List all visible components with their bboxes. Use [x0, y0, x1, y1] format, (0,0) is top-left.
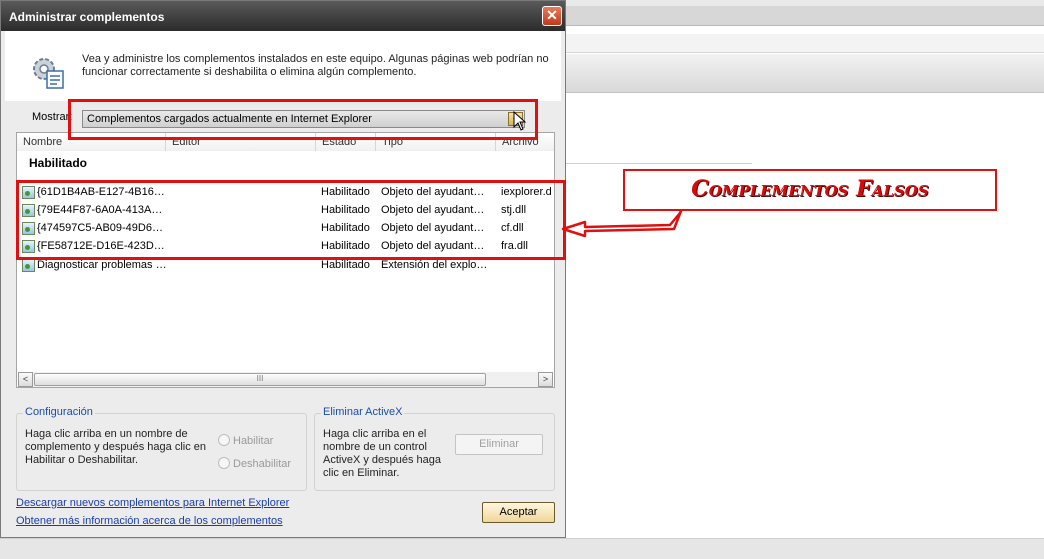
- remove-button[interactable]: Eliminar: [455, 434, 543, 455]
- remove-activex-title: Eliminar ActiveX: [321, 406, 405, 418]
- enable-radio-label: Habilitar: [233, 435, 274, 447]
- close-icon: ✕: [546, 7, 558, 23]
- addon-type: Extensión del explo…: [381, 259, 488, 271]
- background-tab-bar: [566, 6, 1044, 26]
- remove-activex-instructions: Haga clic arriba en el nombre de un cont…: [323, 428, 442, 479]
- highlight-dropdown-box: [68, 99, 538, 140]
- remove-activex-group: Eliminar ActiveX Haga clic arriba en el …: [314, 406, 555, 491]
- annotation-label-box: Complementos Falsos: [623, 169, 997, 211]
- configuration-instructions: Haga clic arriba en un nombre de complem…: [25, 428, 206, 466]
- disable-radio[interactable]: [218, 457, 230, 469]
- accept-button[interactable]: Aceptar: [482, 502, 555, 523]
- download-addons-link[interactable]: Descargar nuevos complementos para Inter…: [16, 497, 289, 509]
- scroll-thumb[interactable]: III: [34, 373, 486, 386]
- description-panel: Vea y administre los complementos instal…: [5, 31, 561, 101]
- addon-name: Diagnosticar problemas …: [37, 259, 167, 271]
- manage-addons-dialog: Administrar complementos ✕ Vea y adminis…: [0, 0, 566, 538]
- dialog-description: Vea y administre los complementos instal…: [82, 53, 549, 78]
- addons-gear-icon: [33, 58, 64, 89]
- more-info-link[interactable]: Obtener más información acerca de los co…: [16, 515, 283, 527]
- disable-radio-label: Deshabilitar: [233, 458, 292, 470]
- group-header-enabled: Habilitado: [29, 156, 88, 170]
- close-button[interactable]: ✕: [542, 6, 562, 26]
- background-toolbar: [566, 54, 1044, 93]
- addon-icon: [22, 259, 35, 272]
- enable-radio[interactable]: [218, 434, 230, 446]
- dialog-title: Administrar complementos: [9, 10, 165, 24]
- configuration-group: Configuración Haga clic arriba en un nom…: [16, 406, 307, 491]
- show-label: Mostrar:: [32, 111, 73, 123]
- background-divider: [566, 163, 752, 164]
- annotation-label: Complementos Falsos: [691, 176, 929, 202]
- scroll-left-button[interactable]: <: [18, 372, 33, 387]
- configuration-title: Configuración: [23, 406, 95, 418]
- background-status-bar: [0, 538, 1044, 559]
- arrow-left-icon: [561, 205, 685, 238]
- addons-list[interactable]: Nombre Editor Estado Tipo Archivo Habili…: [16, 132, 555, 388]
- scroll-right-button[interactable]: >: [538, 372, 553, 387]
- background-address-area: [566, 34, 1044, 53]
- highlight-fake-addons-box: [16, 180, 566, 260]
- horizontal-scrollbar[interactable]: < III >: [18, 372, 553, 387]
- addon-status: Habilitado: [321, 259, 370, 271]
- title-bar[interactable]: Administrar complementos ✕: [1, 1, 565, 31]
